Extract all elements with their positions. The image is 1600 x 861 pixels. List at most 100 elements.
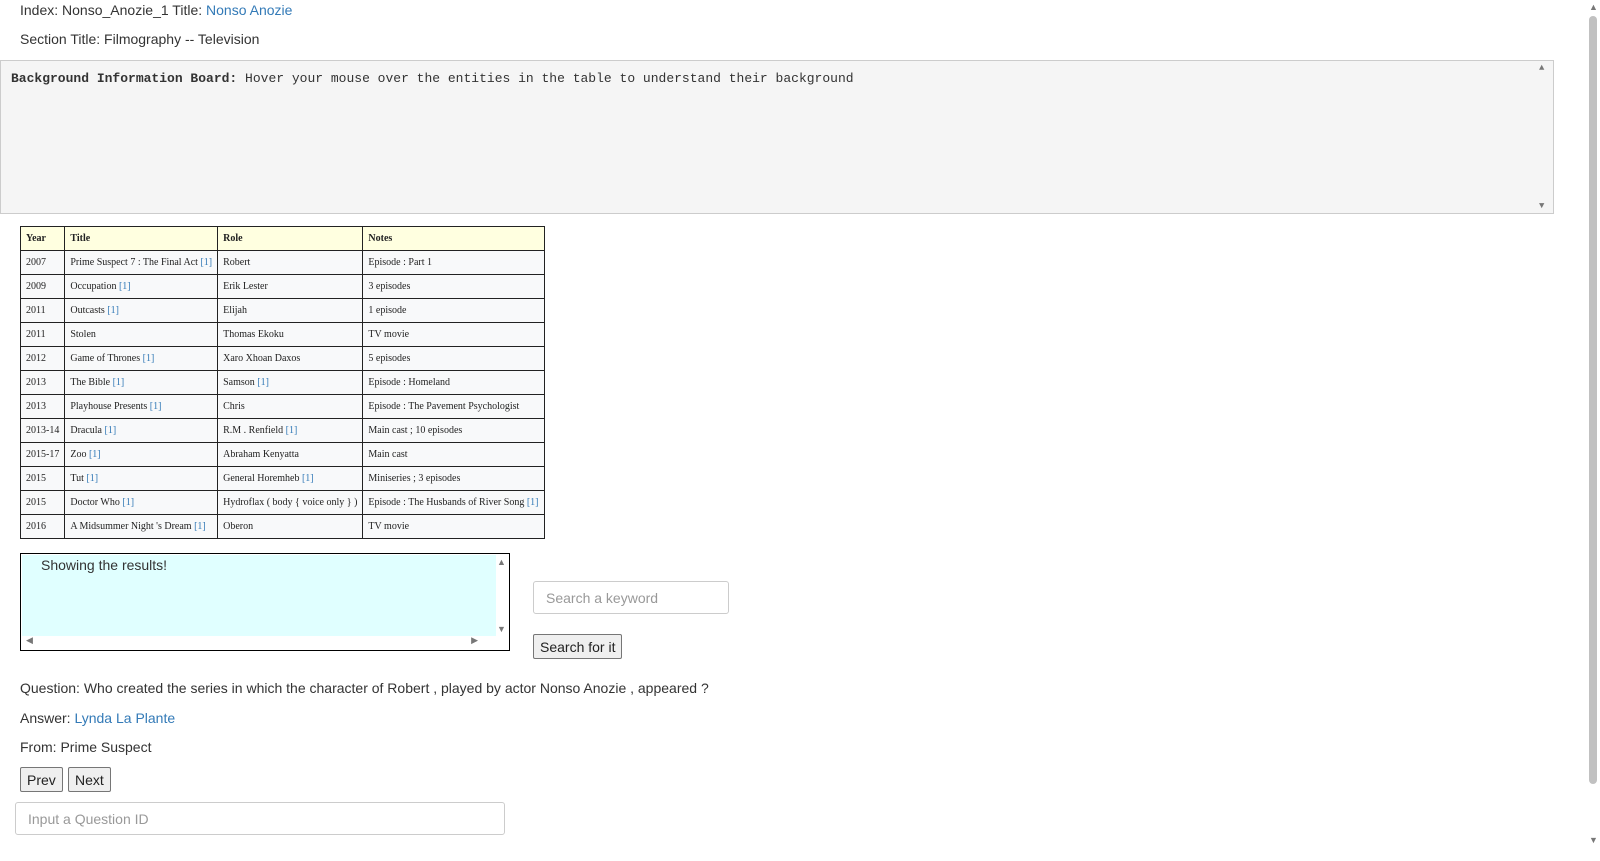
question-id-input[interactable] bbox=[15, 802, 505, 835]
cell-role[interactable]: Hydroflax ( body { voice only } ) bbox=[217, 490, 364, 515]
cell-role[interactable]: Oberon bbox=[217, 514, 364, 539]
search-button[interactable]: Search for it bbox=[533, 634, 623, 659]
header-year: Year bbox=[19, 226, 66, 251]
results-vertical-scrollbar[interactable]: ▲ ▼ bbox=[494, 555, 508, 636]
reference-link[interactable]: [1] bbox=[143, 353, 155, 364]
cell-notes[interactable]: 1 episode bbox=[362, 298, 545, 323]
scroll-down-icon[interactable]: ▼ bbox=[1589, 835, 1598, 845]
table-row: 2013 Playhouse Presents [1] Chris Episode :… bbox=[19, 394, 545, 419]
cell-title-text: Tut bbox=[70, 473, 84, 484]
reference-link[interactable]: [1] bbox=[107, 305, 119, 316]
scroll-up-icon[interactable]: ▲ bbox=[497, 557, 506, 567]
cell-title[interactable]: The Bible [1] bbox=[64, 370, 219, 395]
cell-notes[interactable]: Main cast ; 10 episodes bbox=[362, 418, 545, 443]
reference-link[interactable]: [1] bbox=[122, 497, 134, 508]
cell-year: 2009 bbox=[19, 274, 66, 299]
reference-link[interactable]: [1] bbox=[286, 425, 298, 436]
cell-title-text: Occupation bbox=[70, 281, 117, 292]
answer-link[interactable]: Lynda La Plante bbox=[74, 710, 175, 726]
table-row: 2007 Prime Suspect 7 : The Final Act [1] R… bbox=[19, 250, 545, 275]
cell-title-text: Zoo bbox=[70, 449, 87, 460]
cell-notes[interactable]: 5 episodes bbox=[362, 346, 545, 371]
cell-notes[interactable]: Episode : Part 1 bbox=[362, 250, 545, 275]
cell-role[interactable]: Erik Lester bbox=[217, 274, 364, 299]
cell-title[interactable]: Stolen bbox=[64, 322, 219, 347]
cell-notes[interactable]: Episode : The Husbands of River Song [1] bbox=[362, 490, 545, 515]
cell-title[interactable]: Playhouse Presents [1] bbox=[64, 394, 219, 419]
scroll-down-icon[interactable]: ▼ bbox=[497, 624, 506, 634]
cell-role[interactable]: Xaro Xhoan Daxos bbox=[217, 346, 364, 371]
prev-button[interactable]: Prev bbox=[20, 767, 63, 792]
scroll-down-icon[interactable]: ▼ bbox=[1539, 201, 1544, 211]
cell-role[interactable]: Abraham Kenyatta bbox=[217, 442, 364, 467]
reference-link[interactable]: [1] bbox=[194, 521, 206, 532]
cell-notes[interactable]: TV movie bbox=[362, 514, 545, 539]
cell-notes[interactable]: Main cast bbox=[362, 442, 545, 467]
cell-notes[interactable]: Miniseries ; 3 episodes bbox=[362, 466, 545, 491]
cell-role[interactable]: R.M . Renfield [1] bbox=[217, 418, 364, 443]
cell-title[interactable]: Zoo [1] bbox=[64, 442, 219, 467]
cell-year-text: 2015-17 bbox=[26, 449, 60, 460]
board-scrollbar[interactable]: ▲ ▼ bbox=[1537, 61, 1551, 213]
cell-notes-text: Main cast bbox=[368, 449, 408, 460]
cell-title[interactable]: A Midsummer Night 's Dream [1] bbox=[64, 514, 219, 539]
table-body: 2007 Prime Suspect 7 : The Final Act [1] R… bbox=[19, 250, 545, 539]
cell-notes[interactable]: Episode : The Pavement Psychologist bbox=[362, 394, 545, 419]
cell-title[interactable]: Dracula [1] bbox=[64, 418, 219, 443]
cell-title[interactable]: Occupation [1] bbox=[64, 274, 219, 299]
cell-notes-text: 3 episodes bbox=[368, 281, 411, 292]
scroll-left-icon[interactable]: ◀ bbox=[26, 635, 33, 646]
section-value: Filmography -- Television bbox=[104, 31, 260, 47]
reference-link[interactable]: [1] bbox=[200, 257, 212, 268]
keyword-search-input[interactable] bbox=[533, 581, 729, 614]
cell-notes[interactable]: Episode : Homeland bbox=[362, 370, 545, 395]
cell-role-text: Xaro Xhoan Daxos bbox=[223, 353, 301, 364]
results-box[interactable]: Showing the results! ▲ ▼ ◀ ▶ bbox=[20, 553, 510, 651]
cell-title[interactable]: Outcasts [1] bbox=[64, 298, 219, 323]
title-link[interactable]: Nonso Anozie bbox=[206, 2, 292, 18]
reference-link[interactable]: [1] bbox=[113, 377, 125, 388]
results-text: Showing the results! bbox=[41, 557, 168, 573]
cell-role-text: Erik Lester bbox=[223, 281, 268, 292]
cell-notes-text: Main cast ; 10 episodes bbox=[368, 425, 463, 436]
cell-notes[interactable]: 3 episodes bbox=[362, 274, 545, 299]
table-row: 2015 Tut [1] General Horemheb [1] Miniserie… bbox=[19, 466, 545, 491]
reference-link[interactable]: [1] bbox=[89, 449, 101, 460]
reference-link[interactable]: [1] bbox=[257, 377, 269, 388]
reference-link[interactable]: [1] bbox=[527, 497, 539, 508]
cell-title[interactable]: Doctor Who [1] bbox=[64, 490, 219, 515]
cell-title[interactable]: Game of Thrones [1] bbox=[64, 346, 219, 371]
reference-link[interactable]: [1] bbox=[119, 281, 131, 292]
cell-role[interactable]: Thomas Ekoku bbox=[217, 322, 364, 347]
cell-role[interactable]: Elijah bbox=[217, 298, 364, 323]
page-scrollbar[interactable]: ▲ ▼ bbox=[1585, 0, 1600, 861]
reference-link[interactable]: [1] bbox=[105, 425, 117, 436]
from-label: From: bbox=[20, 739, 61, 755]
scroll-up-icon[interactable]: ▲ bbox=[1539, 63, 1544, 73]
background-information-board[interactable]: Background Information Board: Hover your… bbox=[0, 60, 1554, 214]
results-horizontal-scrollbar[interactable]: ◀ ▶ bbox=[22, 635, 496, 649]
cell-title[interactable]: Tut [1] bbox=[64, 466, 219, 491]
cell-role[interactable]: Samson [1] bbox=[217, 370, 364, 395]
next-button[interactable]: Next bbox=[68, 767, 111, 792]
scroll-right-icon[interactable]: ▶ bbox=[471, 635, 478, 646]
scrollbar-thumb[interactable] bbox=[1589, 16, 1597, 784]
cell-title-text: Outcasts bbox=[70, 305, 105, 316]
cell-year: 2015-17 bbox=[19, 442, 66, 467]
cell-title[interactable]: Prime Suspect 7 : The Final Act [1] bbox=[64, 250, 219, 275]
cell-role[interactable]: Chris bbox=[217, 394, 364, 419]
cell-role[interactable]: General Horemheb [1] bbox=[217, 466, 364, 491]
cell-year-text: 2015 bbox=[26, 497, 46, 508]
answer-label: Answer: bbox=[20, 710, 75, 726]
question-line: Question: Who created the series in whic… bbox=[20, 680, 709, 696]
reference-link[interactable]: [1] bbox=[150, 401, 162, 412]
cell-role-text: R.M . Renfield bbox=[223, 425, 284, 436]
cell-role[interactable]: Robert bbox=[217, 250, 364, 275]
table-row: 2009 Occupation [1] Erik Lester 3 episodes bbox=[19, 274, 545, 299]
header-title: Title bbox=[64, 226, 219, 251]
cell-role-text: Oberon bbox=[223, 521, 254, 532]
cell-notes[interactable]: TV movie bbox=[362, 322, 545, 347]
reference-link[interactable]: [1] bbox=[86, 473, 98, 484]
reference-link[interactable]: [1] bbox=[302, 473, 314, 484]
scroll-up-icon[interactable]: ▲ bbox=[1589, 2, 1598, 12]
